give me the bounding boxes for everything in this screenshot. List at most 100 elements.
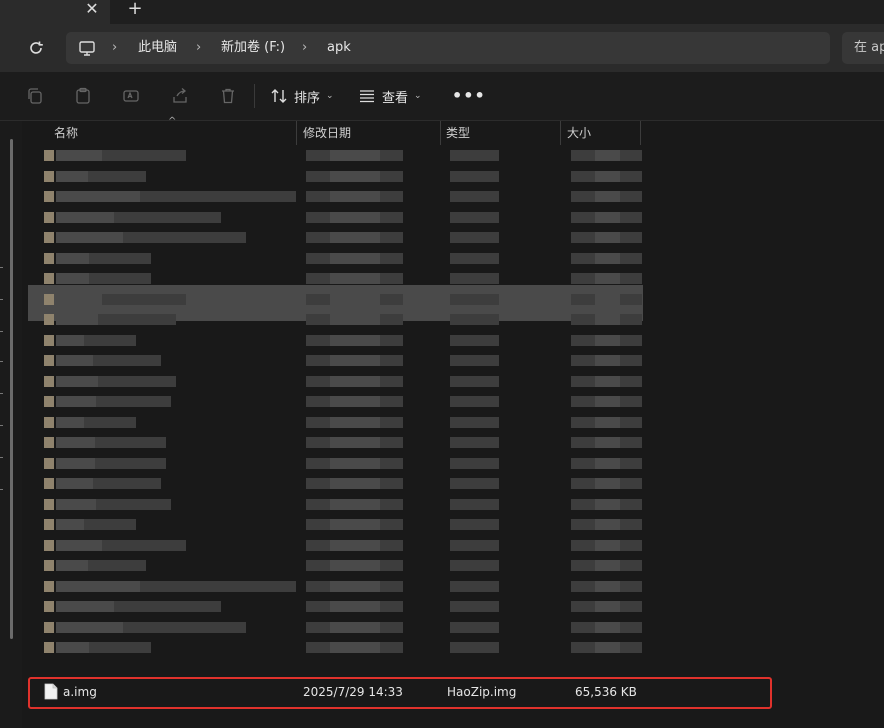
- list-item[interactable]: [0, 514, 884, 534]
- delete-icon[interactable]: [219, 87, 237, 105]
- view-button[interactable]: 查看 ⌄: [358, 84, 422, 108]
- blurred-cell: [44, 457, 54, 469]
- list-item[interactable]: [0, 473, 884, 493]
- list-item[interactable]: [0, 227, 884, 247]
- blurred-cell: [595, 150, 620, 161]
- column-divider[interactable]: [296, 121, 297, 145]
- blurred-cell: [44, 519, 54, 530]
- blurred-cell: [595, 457, 620, 469]
- column-divider[interactable]: [640, 121, 641, 145]
- blurred-cell: [330, 334, 380, 346]
- command-bar: 排序 ⌄ 查看 ⌄ •••: [0, 72, 884, 121]
- blurred-cell: [330, 375, 380, 387]
- blurred-cell: [89, 642, 151, 653]
- blurred-cell: [94, 437, 166, 448]
- blurred-cell: [330, 498, 380, 510]
- blurred-cell: [450, 273, 499, 284]
- blurred-cell: [450, 191, 499, 202]
- copy-icon[interactable]: [26, 87, 44, 105]
- list-item[interactable]: [0, 371, 884, 391]
- column-divider[interactable]: [440, 121, 441, 145]
- list-item[interactable]: [0, 391, 884, 411]
- blurred-cell: [56, 355, 93, 366]
- blurred-cell: [450, 396, 499, 407]
- blurred-cell: [330, 437, 380, 448]
- column-modified[interactable]: 修改日期: [303, 121, 351, 145]
- blurred-cell: [330, 396, 380, 407]
- list-item[interactable]: [0, 166, 884, 186]
- list-item[interactable]: [0, 596, 884, 616]
- list-item[interactable]: [0, 186, 884, 206]
- monitor-icon[interactable]: [78, 39, 96, 57]
- list-item[interactable]: [0, 576, 884, 596]
- address-bar[interactable]: › 此电脑 › 新加卷 (F:) › apk: [66, 32, 830, 64]
- list-item[interactable]: [0, 145, 884, 165]
- breadcrumb-this-pc[interactable]: 此电脑: [138, 40, 177, 56]
- list-item[interactable]: [0, 207, 884, 227]
- blurred-cell: [122, 621, 246, 633]
- refresh-icon[interactable]: [24, 36, 48, 60]
- blurred-cell: [330, 539, 380, 551]
- blurred-cell: [595, 273, 620, 284]
- chevron-right-icon[interactable]: ›: [196, 41, 206, 55]
- list-item[interactable]: [0, 637, 884, 657]
- blurred-cell: [56, 273, 90, 284]
- list-item[interactable]: [0, 412, 884, 432]
- list-item[interactable]: [0, 494, 884, 514]
- blurred-cell: [450, 478, 499, 489]
- blurred-cell: [56, 437, 95, 448]
- list-item[interactable]: [0, 350, 884, 370]
- column-size[interactable]: 大小: [567, 121, 591, 145]
- column-type[interactable]: 类型: [446, 121, 470, 145]
- file-row-selected[interactable]: a.img 2025/7/29 14:33 HaoZip.img 65,536 …: [28, 677, 772, 709]
- list-item[interactable]: [0, 453, 884, 473]
- blurred-cell: [450, 375, 499, 387]
- more-icon[interactable]: •••: [452, 86, 485, 106]
- list-item[interactable]: [0, 248, 884, 268]
- column-header: 名称 修改日期 类型 大小: [22, 121, 642, 145]
- paste-icon[interactable]: [74, 87, 92, 105]
- blurred-cell: [56, 211, 114, 223]
- blurred-cell: [595, 355, 620, 366]
- blurred-cell: [330, 621, 380, 633]
- blurred-cell: [330, 150, 380, 161]
- list-item[interactable]: [0, 555, 884, 575]
- sort-button[interactable]: 排序 ⌄: [270, 84, 334, 108]
- share-icon[interactable]: [171, 87, 189, 105]
- breadcrumb-volume[interactable]: 新加卷 (F:): [221, 40, 285, 56]
- blurred-cell: [44, 355, 54, 366]
- list-item[interactable]: [0, 432, 884, 452]
- blurred-cell: [330, 191, 380, 202]
- blurred-cell: [595, 314, 620, 325]
- close-icon[interactable]: ✕: [84, 0, 100, 19]
- blurred-cell: [330, 642, 380, 653]
- blurred-cell: [84, 334, 136, 346]
- blurred-cell: [450, 601, 499, 612]
- list-item[interactable]: [0, 330, 884, 350]
- blurred-cell: [595, 375, 620, 387]
- blurred-cell: [44, 191, 54, 202]
- chevron-right-icon[interactable]: ›: [112, 41, 122, 55]
- blurred-cell: [56, 334, 84, 346]
- search-placeholder: 在 apk: [854, 40, 884, 55]
- list-item[interactable]: [0, 617, 884, 637]
- list-item[interactable]: [0, 535, 884, 555]
- column-divider[interactable]: [560, 121, 561, 145]
- list-item[interactable]: [0, 309, 884, 329]
- list-item[interactable]: [0, 289, 884, 309]
- blurred-cell: [89, 273, 151, 284]
- rename-icon[interactable]: [122, 87, 140, 105]
- column-name[interactable]: 名称: [54, 121, 78, 145]
- search-input[interactable]: 在 apk: [842, 32, 884, 64]
- blurred-cell: [450, 355, 499, 366]
- blurred-cell: [330, 519, 380, 530]
- blurred-cell: [330, 457, 380, 469]
- blurred-cell: [44, 621, 54, 633]
- blurred-cell: [113, 601, 221, 612]
- chevron-right-icon[interactable]: ›: [302, 41, 312, 55]
- breadcrumb-apk[interactable]: apk: [327, 40, 351, 56]
- title-bar: ✕ +: [0, 0, 884, 24]
- add-icon[interactable]: +: [126, 0, 144, 19]
- blurred-cell: [56, 314, 98, 325]
- list-item[interactable]: [0, 268, 884, 288]
